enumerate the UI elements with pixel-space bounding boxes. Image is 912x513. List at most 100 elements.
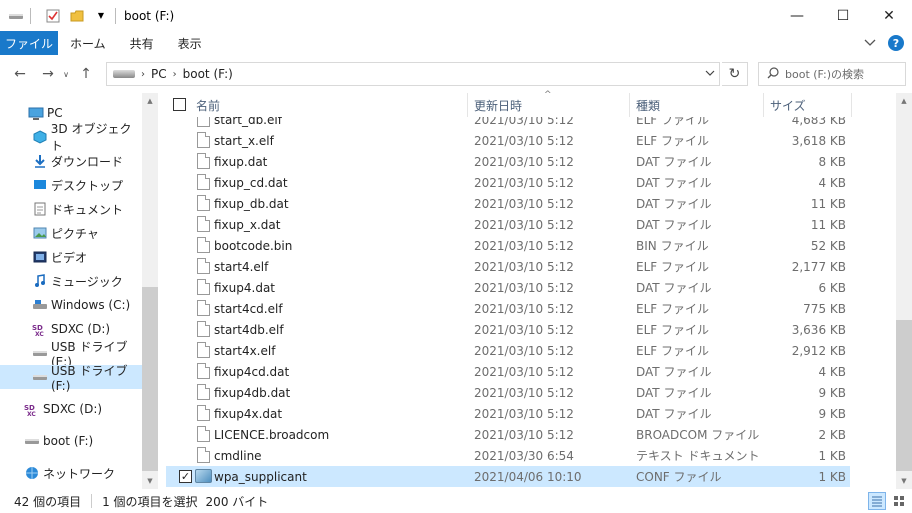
table-row[interactable]: fixup_db.dat 2021/03/10 5:12 DAT ファイル 11 KB — [166, 193, 850, 214]
tab-share[interactable]: 共有 — [118, 31, 166, 55]
table-row[interactable]: start4cd.elf 2021/03/10 5:12 ELF ファイル 775 K… — [166, 298, 850, 319]
table-row[interactable]: start4x.elf 2021/03/10 5:12 ELF ファイル 2,912 … — [166, 340, 850, 361]
help-icon[interactable]: ? — [888, 35, 904, 51]
nav-scroll-thumb[interactable] — [142, 287, 158, 471]
sidebar-item[interactable]: SD XC SDXC (D:) — [0, 397, 142, 421]
sidebar-item[interactable]: ダウンロード — [0, 149, 142, 173]
sidebar-item-label: ミュージック — [51, 274, 123, 289]
file-size: 4 KB — [818, 175, 846, 190]
table-row[interactable]: start4.elf 2021/03/10 5:12 ELF ファイル 2,177 K… — [166, 256, 850, 277]
up-button[interactable]: ↑ — [74, 62, 98, 86]
forward-button[interactable]: → — [36, 62, 60, 86]
large-icons-view-button[interactable] — [890, 492, 908, 510]
back-button[interactable]: ← — [8, 62, 32, 86]
table-row[interactable]: fixup.dat 2021/03/10 5:12 DAT ファイル 8 KB — [166, 151, 850, 172]
recent-locations-icon[interactable]: ∨ — [60, 62, 72, 86]
3d-objects-icon — [32, 130, 48, 144]
chevron-right-icon[interactable]: › — [141, 69, 145, 80]
sidebar-item-label: SDXC (D:) — [51, 322, 111, 336]
refresh-button[interactable]: ↻ — [722, 62, 748, 86]
sidebar-item[interactable]: USB ドライブ (F:) — [0, 364, 142, 393]
scroll-down-icon[interactable]: ▼ — [142, 473, 158, 489]
file-icon — [197, 279, 210, 295]
address-bar[interactable]: › PC › boot (F:) — [106, 62, 720, 86]
table-row[interactable]: fixup4db.dat 2021/03/10 5:12 DAT ファイル 9 KB — [166, 382, 850, 403]
table-row[interactable]: fixup4x.dat 2021/03/10 5:12 DAT ファイル 9 KB — [166, 403, 850, 424]
sidebar-item[interactable]: 3D オブジェクト — [0, 122, 142, 153]
sidebar-item-label: ピクチャ — [51, 226, 99, 241]
file-size: 9 KB — [818, 406, 846, 421]
nav-scrollbar[interactable]: ▲ ▼ — [142, 93, 158, 489]
search-box[interactable] — [758, 62, 906, 86]
file-icon — [197, 447, 210, 463]
details-view-button[interactable] — [868, 492, 886, 510]
sidebar-item[interactable]: デスクトップ — [0, 173, 142, 197]
row-checkbox[interactable]: ✓ — [179, 470, 192, 483]
drive-icon — [8, 8, 24, 24]
network-icon — [24, 466, 40, 480]
file-type: CONF ファイル — [636, 470, 722, 484]
sidebar-item[interactable]: Windows (C:) — [0, 293, 142, 317]
sidebar-item[interactable]: ネットワーク — [0, 461, 142, 485]
file-size: 4 KB — [818, 364, 846, 379]
column-header-size[interactable]: サイズ — [764, 93, 852, 117]
videos-icon — [32, 250, 48, 264]
search-input[interactable] — [785, 67, 901, 81]
scroll-up-icon[interactable]: ▲ — [896, 93, 912, 109]
table-row[interactable]: fixup4cd.dat 2021/03/10 5:12 DAT ファイル 4 KB — [166, 361, 850, 382]
scroll-down-icon[interactable]: ▼ — [896, 473, 912, 489]
file-date: 2021/03/10 5:12 — [474, 154, 574, 169]
table-row[interactable]: cmdline 2021/03/30 6:54 テキスト ドキュメント 1 KB — [166, 445, 850, 466]
table-row[interactable]: LICENCE.broadcom 2021/03/10 5:12 BROADCOM … — [166, 424, 850, 445]
table-row[interactable]: ✓ wpa_supplicant 2021/04/06 10:10 CONF ファイル… — [166, 466, 850, 487]
file-name: start_db.elf — [214, 117, 282, 127]
sidebar-item[interactable]: ピクチャ — [0, 221, 142, 245]
tab-file[interactable]: ファイル — [0, 31, 58, 55]
close-button[interactable]: ✕ — [866, 0, 912, 31]
sdxc-icon: SD XC — [32, 322, 48, 336]
properties-icon[interactable] — [45, 8, 61, 24]
table-row[interactable]: bootcode.bin 2021/03/10 5:12 BIN ファイル 52 KB — [166, 235, 850, 256]
select-all-checkbox[interactable] — [173, 98, 186, 111]
music-icon — [32, 274, 48, 288]
chevron-right-icon[interactable]: › — [173, 69, 177, 80]
tab-home[interactable]: ホーム — [58, 31, 118, 55]
file-name: LICENCE.broadcom — [214, 427, 330, 442]
file-list-scroll-thumb[interactable] — [896, 320, 912, 471]
column-header-name[interactable]: 名前 — [190, 93, 468, 117]
scroll-up-icon[interactable]: ▲ — [142, 93, 158, 109]
sidebar-item[interactable]: ミュージック — [0, 269, 142, 293]
tab-view[interactable]: 表示 — [166, 31, 214, 55]
breadcrumb-boot[interactable]: boot (F:) — [183, 67, 233, 81]
table-row[interactable]: start4db.elf 2021/03/10 5:12 ELF ファイル 3,636… — [166, 319, 850, 340]
minimize-button[interactable]: — — [774, 0, 820, 31]
breadcrumb-pc[interactable]: PC — [151, 67, 167, 81]
file-list-scrollbar[interactable]: ▲ ▼ — [896, 93, 912, 489]
window-title: boot (F:) — [124, 8, 175, 23]
table-row[interactable]: fixup_cd.dat 2021/03/10 5:12 DAT ファイル 4 KB — [166, 172, 850, 193]
file-size: 52 KB — [810, 238, 846, 253]
file-icon — [197, 216, 210, 232]
table-row[interactable]: fixup_x.dat 2021/03/10 5:12 DAT ファイル 11 KB — [166, 214, 850, 235]
expand-ribbon-icon[interactable] — [864, 37, 876, 50]
table-row[interactable]: start_x.elf 2021/03/10 5:12 ELF ファイル 3,618 … — [166, 130, 850, 151]
column-header-type[interactable]: 種類 — [630, 93, 764, 117]
new-folder-icon[interactable] — [69, 8, 85, 24]
customize-toolbar-icon[interactable]: ▼ — [93, 8, 109, 24]
file-date: 2021/03/10 5:12 — [474, 175, 574, 190]
pictures-icon — [32, 226, 48, 240]
sidebar-item[interactable]: boot (F:) — [0, 429, 142, 453]
table-row[interactable]: start_db.elf 2021/03/10 5:12 ELF ファイル 4,683… — [166, 117, 850, 130]
sidebar-item[interactable]: ビデオ — [0, 245, 142, 269]
sidebar-item-label: SDXC (D:) — [43, 402, 103, 416]
sidebar-item[interactable]: ドキュメント — [0, 197, 142, 221]
maximize-button[interactable]: ☐ — [820, 0, 866, 31]
column-header-date[interactable]: 更新日時 — [468, 93, 630, 117]
table-row[interactable]: fixup4.dat 2021/03/10 5:12 DAT ファイル 6 KB — [166, 277, 850, 298]
address-dropdown-icon[interactable] — [705, 66, 715, 79]
sidebar-item-label: PC — [47, 106, 63, 120]
navigation-pane: ▲ ▼ PC 3D オブジェクト ダウンロード デスクトップ ドキュメントピクチャビデオ… — [0, 93, 158, 489]
file-type: DAT ファイル — [636, 281, 712, 295]
file-type: DAT ファイル — [636, 218, 712, 232]
title-bar: ▼ boot (F:) — ☐ ✕ — [0, 0, 912, 31]
